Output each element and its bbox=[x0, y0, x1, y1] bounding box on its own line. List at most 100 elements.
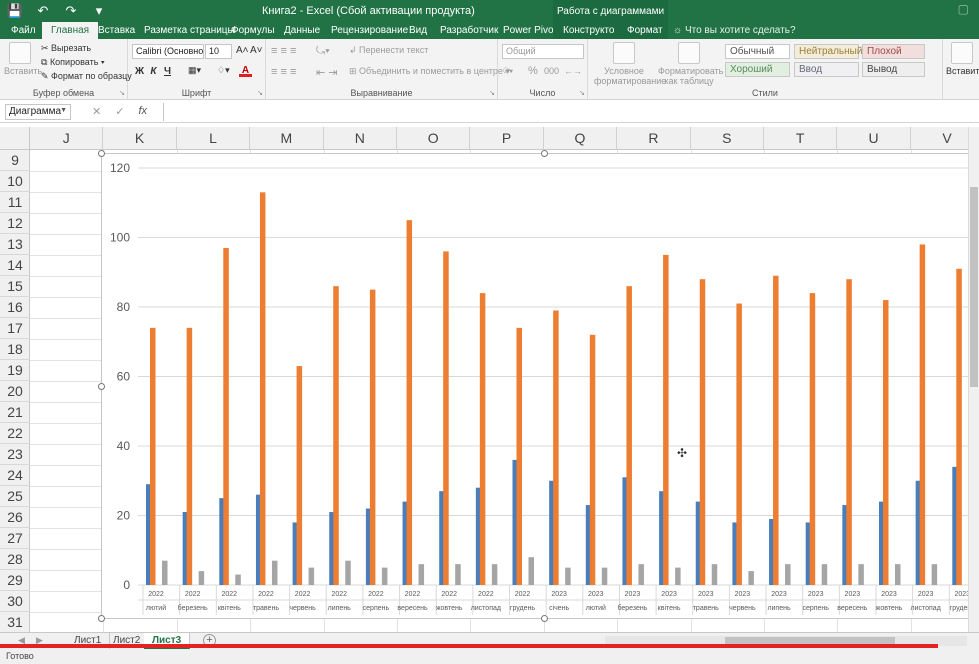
indent-icons[interactable]: ⇤ ⇥ bbox=[316, 66, 338, 79]
column-header[interactable]: L bbox=[177, 127, 251, 150]
tab-page-layout[interactable]: Разметка страницы bbox=[144, 22, 235, 39]
tab-power-pivot[interactable]: Power Pivot bbox=[503, 22, 556, 39]
row-header[interactable]: 13 bbox=[0, 234, 30, 255]
paste-button[interactable]: Вставить bbox=[4, 42, 42, 76]
tab-chart-format[interactable]: Формат bbox=[614, 22, 668, 39]
tab-data[interactable]: Данные bbox=[284, 22, 320, 39]
tab-view[interactable]: Вид bbox=[409, 22, 427, 39]
resize-handle-middle-left[interactable] bbox=[98, 383, 105, 390]
cell-style-1[interactable]: Обычный bbox=[725, 44, 790, 59]
insert-cells-button[interactable]: Вставить bbox=[946, 42, 979, 76]
clipboard-launcher-icon[interactable]: ↘ bbox=[119, 89, 125, 97]
grow-font-icon[interactable]: A˄ bbox=[236, 45, 249, 56]
borders-icon[interactable]: ▦▾ bbox=[188, 65, 201, 76]
align-top-icons[interactable]: ≡ ≡ ≡ bbox=[271, 45, 296, 57]
column-header[interactable]: M bbox=[250, 127, 324, 150]
currency-icon[interactable]: ⌾▾ bbox=[503, 66, 513, 77]
column-header[interactable]: Q bbox=[544, 127, 618, 150]
vertical-scroll-thumb[interactable] bbox=[970, 187, 978, 387]
row-header[interactable]: 24 bbox=[0, 465, 30, 486]
customize-qat-icon[interactable]: ▾ bbox=[90, 3, 108, 19]
chart-object[interactable]: 0 20 40 60 80 100 120 2022 лютий 2022 березень 2022… bbox=[101, 153, 979, 619]
column-header[interactable]: R bbox=[617, 127, 691, 150]
row-header[interactable]: 20 bbox=[0, 381, 30, 402]
row-header[interactable]: 28 bbox=[0, 549, 30, 570]
row-header[interactable]: 16 bbox=[0, 297, 30, 318]
row-header[interactable]: 23 bbox=[0, 444, 30, 465]
align-left-icons[interactable]: ≡ ≡ ≡ bbox=[271, 66, 296, 78]
row-header[interactable]: 15 bbox=[0, 276, 30, 297]
cell-style-4[interactable]: Хороший bbox=[725, 62, 790, 77]
row-header[interactable]: 21 bbox=[0, 402, 30, 423]
underline-button[interactable]: Ч bbox=[161, 65, 174, 78]
row-header[interactable]: 19 bbox=[0, 360, 30, 381]
cell-style-6[interactable]: Вывод bbox=[862, 62, 925, 77]
formula-input[interactable] bbox=[163, 103, 979, 121]
conditional-formatting-button[interactable]: Условное форматирование bbox=[594, 42, 666, 86]
row-header[interactable]: 17 bbox=[0, 318, 30, 339]
column-header[interactable]: P bbox=[470, 127, 544, 150]
row-header[interactable]: 27 bbox=[0, 528, 30, 549]
cell-style-3[interactable]: Плохой bbox=[862, 44, 925, 59]
tab-developer[interactable]: Разработчик bbox=[440, 22, 498, 39]
italic-button[interactable]: К bbox=[147, 65, 160, 78]
tab-review[interactable]: Рецензирование bbox=[331, 22, 408, 39]
fill-color-icon[interactable]: ♢▾ bbox=[217, 65, 230, 76]
number-format-select[interactable]: Общий bbox=[502, 44, 584, 59]
column-header[interactable]: S bbox=[691, 127, 764, 150]
row-header[interactable]: 12 bbox=[0, 213, 30, 234]
number-launcher-icon[interactable]: ↘ bbox=[579, 89, 585, 97]
column-header[interactable]: K bbox=[103, 127, 177, 150]
confirm-entry-icon[interactable]: ✓ bbox=[115, 105, 124, 118]
tell-me-box[interactable]: ☼ Что вы хотите сделать? bbox=[673, 25, 796, 36]
save-icon[interactable]: 💾 bbox=[6, 3, 24, 19]
tab-file[interactable]: Файл bbox=[11, 22, 36, 39]
row-header[interactable]: 31 bbox=[0, 612, 30, 632]
window-controls[interactable]: ▢ bbox=[958, 2, 969, 16]
row-header[interactable]: 25 bbox=[0, 486, 30, 507]
redo-icon[interactable]: ↷ bbox=[62, 3, 80, 19]
font-color-button[interactable]: А bbox=[239, 64, 252, 77]
font-name-select[interactable]: Calibri (Основной bbox=[132, 44, 204, 59]
decimal-icons[interactable]: ←→ bbox=[564, 66, 582, 76]
shrink-font-icon[interactable]: A˅ bbox=[250, 45, 263, 56]
vertical-scrollbar[interactable] bbox=[968, 127, 979, 632]
chevron-down-icon[interactable]: ▼ bbox=[60, 107, 67, 114]
resize-handle-top-center[interactable] bbox=[541, 150, 548, 157]
row-header[interactable]: 10 bbox=[0, 171, 30, 192]
resize-handle-bottom-center[interactable] bbox=[541, 615, 548, 622]
percent-button[interactable]: % bbox=[528, 65, 538, 77]
row-header[interactable]: 29 bbox=[0, 570, 30, 591]
column-header[interactable]: N bbox=[324, 127, 397, 150]
cell-style-2[interactable]: Нейтральный bbox=[794, 44, 862, 59]
undo-icon[interactable]: ↶ bbox=[34, 3, 52, 19]
resize-handle-bottom-left[interactable] bbox=[98, 615, 105, 622]
tab-formulas[interactable]: Формулы bbox=[231, 22, 275, 39]
resize-handle-top-left[interactable] bbox=[98, 150, 105, 157]
row-header[interactable]: 9 bbox=[0, 150, 30, 171]
row-header[interactable]: 22 bbox=[0, 423, 30, 444]
cut-button[interactable]: ✂ Вырезать bbox=[41, 43, 91, 54]
copy-button[interactable]: ⧉ Копировать ▾ bbox=[41, 57, 105, 68]
row-header[interactable]: 18 bbox=[0, 339, 30, 360]
cancel-entry-icon[interactable]: ✕ bbox=[92, 105, 101, 118]
bold-button[interactable]: Ж bbox=[133, 65, 146, 78]
column-header[interactable]: O bbox=[397, 127, 471, 150]
merge-center-button[interactable]: ⊞ Объединить и поместить в центре ▾ bbox=[349, 66, 510, 77]
column-header[interactable]: J bbox=[30, 127, 104, 150]
row-header[interactable]: 11 bbox=[0, 192, 30, 213]
format-painter-button[interactable]: ✎ Формат по образцу bbox=[41, 71, 132, 82]
select-all-corner[interactable] bbox=[0, 127, 30, 150]
tab-insert[interactable]: Вставка bbox=[98, 22, 135, 39]
format-as-table-button[interactable]: Форматировать как таблицу bbox=[658, 42, 723, 86]
tab-home[interactable]: Главная bbox=[42, 22, 99, 39]
thousands-button[interactable]: 000 bbox=[544, 66, 559, 76]
column-header[interactable]: T bbox=[764, 127, 838, 150]
wrap-text-button[interactable]: ↲ Перенести текст bbox=[349, 45, 428, 56]
name-box[interactable]: Диаграмма ▼ bbox=[5, 104, 71, 120]
orientation-icon[interactable]: ⤿▾ bbox=[316, 45, 330, 58]
row-header[interactable]: 30 bbox=[0, 591, 30, 612]
font-size-select[interactable]: 10 bbox=[205, 44, 232, 59]
row-header[interactable]: 14 bbox=[0, 255, 30, 276]
insert-function-button[interactable]: fx bbox=[138, 105, 147, 118]
